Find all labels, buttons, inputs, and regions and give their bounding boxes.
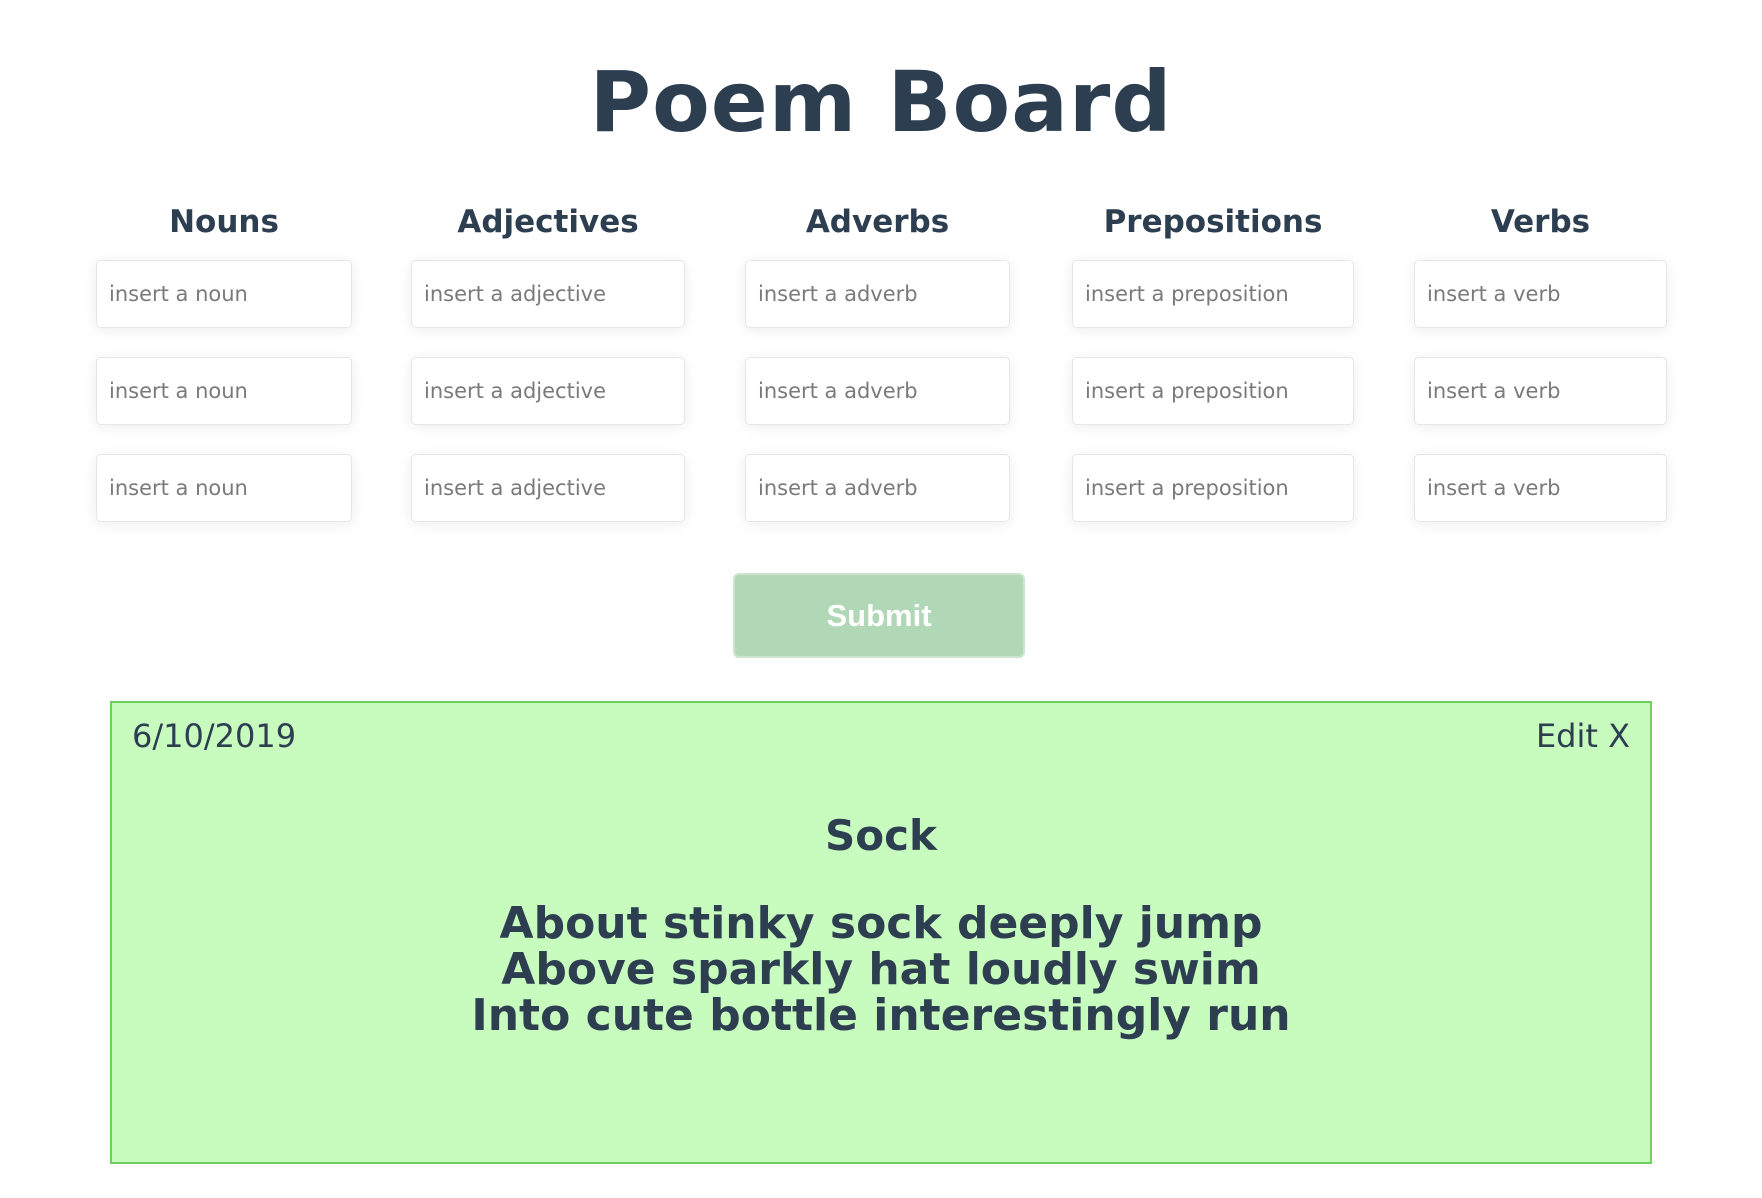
preposition-input-2[interactable] <box>1072 357 1354 425</box>
adverbs-heading: Adverbs <box>805 204 950 240</box>
adjective-input-2[interactable] <box>411 357 685 425</box>
poem-line-1: About stinky sock deeply jump <box>499 898 1263 949</box>
poem-actions: Edit X <box>1536 717 1630 755</box>
poem-body: About stinky sock deeply jump Above spar… <box>112 901 1650 1039</box>
adverb-input-1[interactable] <box>745 260 1010 328</box>
nouns-column: Nouns <box>96 200 352 551</box>
adverb-input-2[interactable] <box>745 357 1010 425</box>
adverbs-column: Adverbs <box>745 200 1010 551</box>
verb-input-3[interactable] <box>1414 454 1667 522</box>
poem-title: Sock <box>825 811 937 860</box>
poem-card: 6/10/2019 Edit X Sock About stinky sock … <box>110 701 1652 1164</box>
verb-input-1[interactable] <box>1414 260 1667 328</box>
verb-input-2[interactable] <box>1414 357 1667 425</box>
noun-input-2[interactable] <box>96 357 352 425</box>
adjectives-column: Adjectives <box>411 200 685 551</box>
delete-button[interactable]: X <box>1608 717 1630 755</box>
noun-input-3[interactable] <box>96 454 352 522</box>
prepositions-heading: Prepositions <box>1103 204 1323 240</box>
poem-date: 6/10/2019 <box>132 717 297 755</box>
noun-input-1[interactable] <box>96 260 352 328</box>
adjective-input-1[interactable] <box>411 260 685 328</box>
submit-button[interactable]: Submit <box>733 573 1025 658</box>
edit-button[interactable]: Edit <box>1536 717 1598 755</box>
verbs-column: Verbs <box>1414 200 1667 551</box>
adverb-input-3[interactable] <box>745 454 1010 522</box>
preposition-input-1[interactable] <box>1072 260 1354 328</box>
verbs-heading: Verbs <box>1490 204 1591 240</box>
poem-line-3: Into cute bottle interestingly run <box>471 990 1291 1041</box>
prepositions-column: Prepositions <box>1072 200 1354 551</box>
adjectives-heading: Adjectives <box>457 204 639 240</box>
adjective-input-3[interactable] <box>411 454 685 522</box>
nouns-heading: Nouns <box>169 204 279 240</box>
preposition-input-3[interactable] <box>1072 454 1354 522</box>
poem-line-2: Above sparkly hat loudly swim <box>501 944 1261 995</box>
page-title: Poem Board <box>589 53 1173 151</box>
